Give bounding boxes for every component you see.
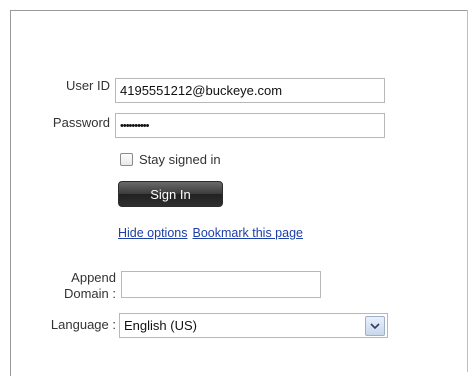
language-row: Language : (30, 317, 116, 332)
sign-in-button[interactable]: Sign In (118, 181, 223, 207)
language-select[interactable]: English (US) (119, 313, 388, 338)
password-input[interactable]: •••••••••• (115, 113, 385, 138)
password-label: Password (52, 115, 110, 130)
append-domain-input[interactable] (121, 271, 321, 298)
panel-divider (467, 10, 468, 372)
password-value: •••••••••• (120, 119, 149, 132)
links-row: Hide options Bookmark this page (118, 226, 303, 240)
language-value: English (US) (124, 318, 197, 333)
password-row: Password (30, 115, 110, 130)
language-dropdown-button[interactable] (365, 315, 385, 336)
stay-signed-in-label[interactable]: Stay signed in (139, 152, 221, 167)
user-id-row: User ID (30, 78, 110, 93)
user-id-input[interactable]: 4195551212@buckeye.com (115, 78, 385, 103)
append-label-line1: Append (71, 270, 116, 285)
user-id-value: 4195551212@buckeye.com (120, 83, 283, 98)
append-domain-label: Append Domain : (34, 270, 116, 302)
append-label-line2: Domain : (63, 286, 116, 301)
user-id-label: User ID (65, 78, 110, 93)
hide-options-link[interactable]: Hide options (118, 226, 188, 240)
chevron-down-icon (370, 322, 380, 329)
bookmark-link[interactable]: Bookmark this page (193, 226, 303, 240)
stay-signed-in-checkbox[interactable] (120, 153, 133, 166)
language-label: Language : (50, 317, 116, 332)
stay-signed-in-row: Stay signed in (120, 152, 221, 167)
